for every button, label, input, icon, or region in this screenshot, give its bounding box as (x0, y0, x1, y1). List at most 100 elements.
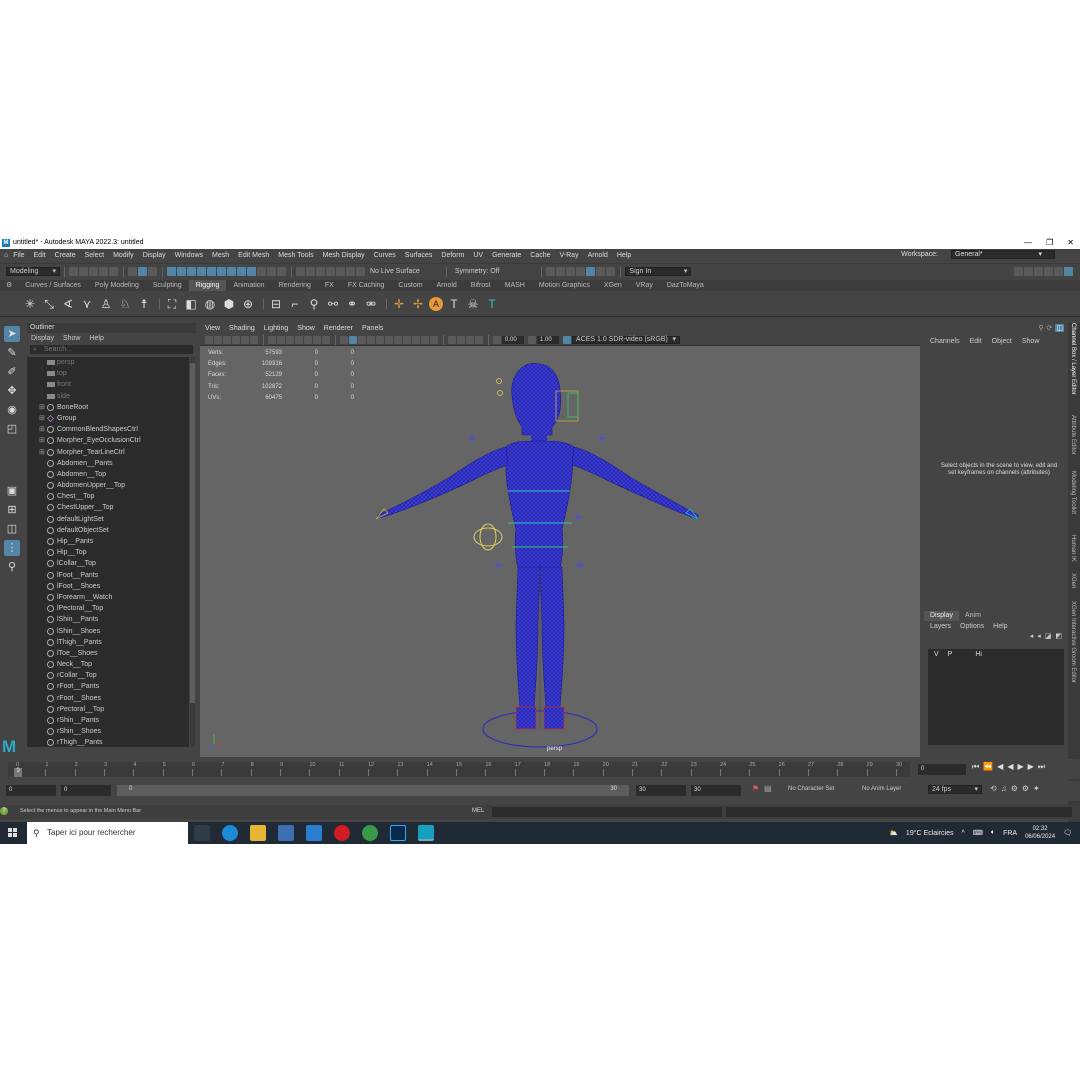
ipr-render-icon[interactable] (326, 267, 335, 276)
viewport-persp[interactable]: View Shading Lighting Show Renderer Panels (200, 323, 920, 757)
pause-icon[interactable] (596, 267, 606, 276)
menu-curves[interactable]: Curves (374, 252, 396, 259)
outliner-item[interactable]: top (27, 368, 189, 379)
play-forward-icon[interactable]: ▶ (1017, 762, 1023, 772)
channelbox-menu-edit[interactable]: Edit (970, 338, 982, 345)
menu-mesh[interactable]: Mesh (212, 252, 229, 259)
outliner-item[interactable]: rShin__Pants (27, 715, 189, 726)
outliner-item[interactable]: rThigh__Pants (27, 737, 189, 747)
stop-render-icon[interactable] (606, 267, 616, 276)
shelf-tab-xgen[interactable]: XGen (597, 280, 629, 291)
step-forward-icon[interactable]: ▶︎ (1028, 762, 1034, 772)
playback-end-field[interactable]: 30 (636, 785, 686, 796)
windows-start-icon[interactable] (8, 828, 18, 838)
loop-icon[interactable]: ⟲ (990, 784, 997, 793)
rotate-tool-icon[interactable]: ◉ (4, 402, 20, 418)
outliner-item[interactable]: side (27, 391, 189, 402)
outliner-item[interactable]: ⊞ Morpher_EyeOcclusionCtrl (27, 435, 189, 446)
home-icon[interactable]: ⌂ (4, 252, 8, 259)
panel-icon[interactable] (1024, 267, 1033, 276)
channelbox-menu-channels[interactable]: Channels (930, 338, 960, 345)
anim-layer-dropdown[interactable]: No Anim Layer (862, 786, 901, 792)
toolkit-toggle-icon[interactable] (1054, 267, 1063, 276)
redo-icon[interactable] (109, 267, 118, 276)
volume-icon[interactable]: 🔈︎ (991, 829, 995, 837)
layer-tab-display[interactable]: Display (924, 611, 959, 621)
file-explorer-icon[interactable] (250, 825, 266, 841)
open-scene-icon[interactable] (79, 267, 88, 276)
shelf-tab-fx-caching[interactable]: FX Caching (341, 280, 392, 291)
channel-refresh-icon[interactable]: ⟳ (1047, 324, 1053, 332)
minimize-icon[interactable]: — (1024, 238, 1032, 247)
wrap-icon[interactable]: ⊕ (240, 296, 256, 312)
shelf-tab-daztomaya[interactable]: DazToMaya (660, 280, 711, 291)
humanik-icon[interactable]: ♘ (117, 296, 133, 312)
daz-teal-icon[interactable]: T (484, 296, 500, 312)
outliner-item[interactable]: Neck__Top (27, 659, 189, 670)
layer-tab-anim[interactable]: Anim (959, 611, 987, 621)
daz-t-icon[interactable]: T (446, 296, 462, 312)
mel-input[interactable] (492, 807, 722, 817)
render-settings-icon[interactable] (336, 267, 345, 276)
outliner-toggle-icon[interactable] (1034, 267, 1043, 276)
outliner-menu-show[interactable]: Show (63, 335, 81, 342)
channel-toggle-icon[interactable]: ◫ (1055, 324, 1064, 332)
menu-deform[interactable]: Deform (441, 252, 464, 259)
shelf-tab-custom[interactable]: Custom (391, 280, 429, 291)
snap-surface-icon[interactable] (207, 267, 216, 276)
select-hierarchy-icon[interactable] (128, 267, 137, 276)
outliner-item[interactable]: rFoot__Shoes (27, 693, 189, 704)
layer-name[interactable]: Hi (975, 649, 982, 660)
render-view-icon[interactable] (316, 267, 325, 276)
outliner-item[interactable]: lShin__Pants (27, 614, 189, 625)
time-ruler[interactable]: 0 0 1 2 3 4 5 6 7 8 9 10 11 12 13 14 15 16 17 18 19 20 21 22 23… (8, 762, 910, 777)
new-layer-icon[interactable]: ◪ (1045, 632, 1052, 640)
menu-mesh-tools[interactable]: Mesh Tools (278, 252, 313, 259)
dazrig-minus-icon[interactable]: ✢ (410, 296, 426, 312)
menu-display[interactable]: Display (143, 252, 166, 259)
outliner-item[interactable]: ⊞ CommonBlendShapesCtrl (27, 424, 189, 435)
lasso-tool-icon[interactable]: ✎ (4, 345, 20, 361)
render-frame-icon[interactable] (306, 267, 315, 276)
ik-handle-icon[interactable]: ⤡ (41, 296, 57, 312)
outliner-item[interactable]: lToe__Shoes (27, 648, 189, 659)
expand-icon[interactable]: ⊞ (39, 402, 45, 413)
play-back-icon[interactable]: ◀ (1007, 762, 1013, 772)
outliner-item[interactable]: rCollar__Top (27, 670, 189, 681)
network-icon[interactable]: ⌨ (973, 829, 983, 837)
outliner-item[interactable]: lCollar__Top (27, 558, 189, 569)
go-start-icon[interactable]: ⏮ (972, 762, 979, 772)
outliner-item[interactable]: Hip__Top (27, 547, 189, 558)
outliner-item[interactable]: persp (27, 357, 189, 368)
outliner-menu-display[interactable]: Display (31, 335, 54, 342)
shelf-tab-rigging[interactable]: Rigging (188, 280, 227, 291)
snap-live-icon[interactable] (217, 267, 226, 276)
outliner-item[interactable]: Abdomen__Top (27, 469, 189, 480)
photoshop-icon[interactable] (390, 825, 406, 841)
attribute-editor-icon[interactable] (556, 267, 566, 276)
mail-icon[interactable] (306, 825, 322, 841)
parent-constraint-icon[interactable]: ⚲ (306, 296, 322, 312)
cache-icon[interactable]: ✦ (1033, 784, 1040, 793)
input-connections-icon[interactable] (267, 267, 276, 276)
ik-spline-icon[interactable]: ∢ (60, 296, 76, 312)
menu-mesh-display[interactable]: Mesh Display (323, 252, 365, 259)
shelf-tab-bifrost[interactable]: Bifrost (464, 280, 498, 291)
outliner-layout-icon[interactable]: ⋮ (4, 540, 20, 556)
outliner-item[interactable]: ⊞ Group (27, 413, 189, 424)
select-component-icon[interactable] (148, 267, 157, 276)
snap-curve-icon[interactable] (177, 267, 186, 276)
chrome-icon[interactable] (362, 825, 378, 841)
edge-icon[interactable] (222, 825, 238, 841)
outliner-item[interactable]: rFoot__Pants (27, 681, 189, 692)
shelf-tab-rendering[interactable]: Rendering (272, 280, 318, 291)
shelf-tab-motion-graphics[interactable]: Motion Graphics (532, 280, 597, 291)
menu-create[interactable]: Create (55, 252, 76, 259)
skeleton-icon[interactable]: ☨ (136, 296, 152, 312)
new-layer-selected-icon[interactable]: ◩ (1055, 632, 1062, 640)
channelbox-menu-object[interactable]: Object (992, 338, 1012, 345)
channel-pin-icon[interactable]: ⚲ (1038, 324, 1043, 332)
menu-select[interactable]: Select (85, 252, 104, 259)
cluster-icon[interactable]: ⊟ (268, 296, 284, 312)
shelf-tab-animation[interactable]: Animation (226, 280, 271, 291)
